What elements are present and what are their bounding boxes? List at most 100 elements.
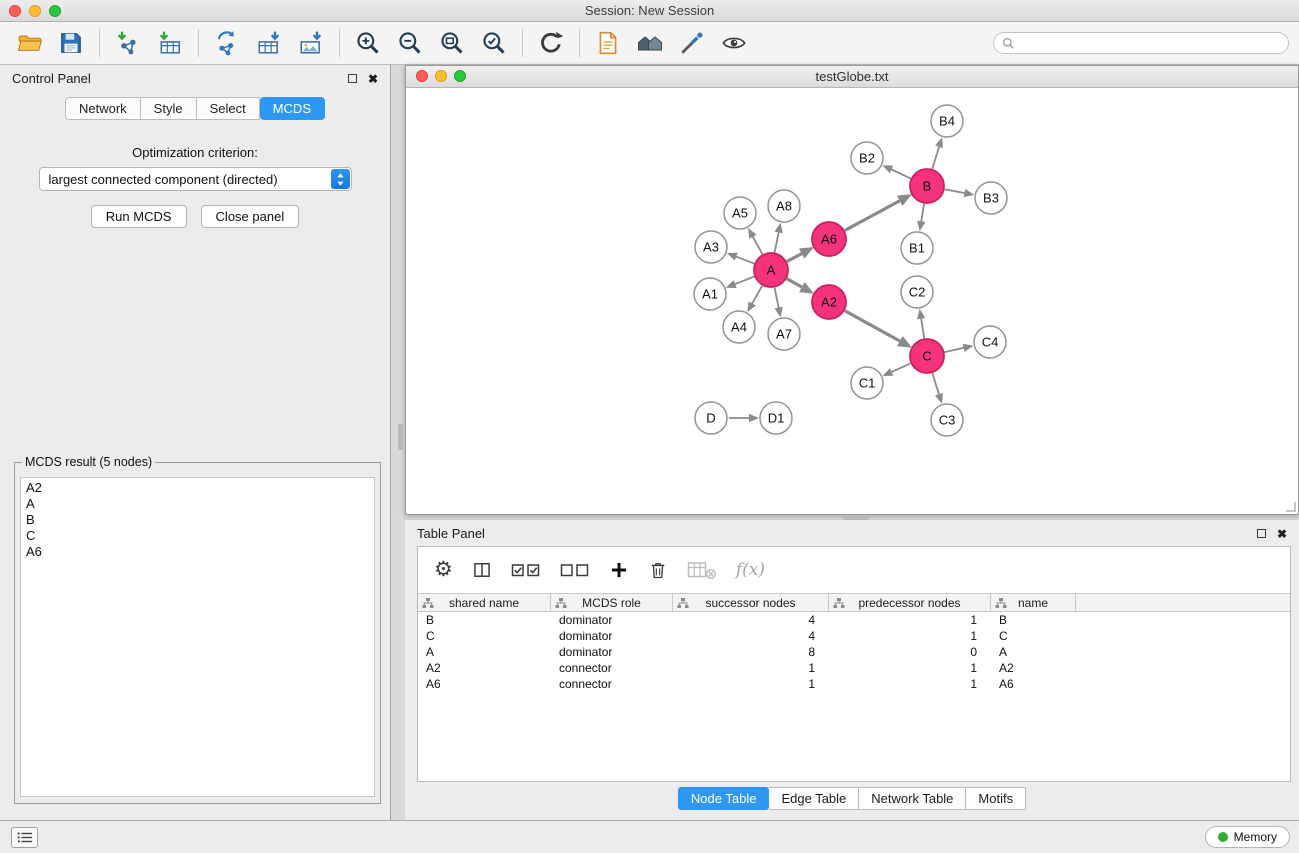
graph-edge-A-A5[interactable] xyxy=(752,235,762,254)
table-row[interactable]: Adominator80A xyxy=(418,644,1290,660)
run-mcds-button[interactable]: Run MCDS xyxy=(91,205,187,228)
table-row[interactable]: A2connector11A2 xyxy=(418,660,1290,676)
search-box[interactable] xyxy=(993,32,1289,54)
splitter-handle-vertical[interactable] xyxy=(398,424,403,450)
graph-node-D[interactable]: D xyxy=(695,402,727,434)
select-all-button[interactable] xyxy=(511,560,541,580)
minimize-network-window-button[interactable] xyxy=(435,70,447,82)
float-table-panel-icon[interactable] xyxy=(1257,529,1266,538)
graph-node-A5[interactable]: A5 xyxy=(724,197,756,229)
float-panel-icon[interactable] xyxy=(348,74,357,83)
graph-edge-A-A7[interactable] xyxy=(775,288,779,310)
graph-node-C[interactable]: C xyxy=(910,339,944,373)
mcds-result-item[interactable]: A xyxy=(26,496,369,512)
graph-node-A6[interactable]: A6 xyxy=(812,222,846,256)
close-network-window-button[interactable] xyxy=(416,70,428,82)
graph-node-B4[interactable]: B4 xyxy=(931,105,963,137)
window-resize-grip[interactable] xyxy=(1286,502,1296,512)
tab-edge-table[interactable]: Edge Table xyxy=(769,787,859,810)
graph-node-C3[interactable]: C3 xyxy=(931,404,963,436)
column-header-name[interactable]: name xyxy=(991,594,1076,611)
graph-edge-B-B3[interactable] xyxy=(945,189,967,193)
document-button[interactable] xyxy=(587,25,629,61)
tab-motifs[interactable]: Motifs xyxy=(966,787,1026,810)
mcds-result-item[interactable]: A6 xyxy=(26,544,369,560)
graph-node-B3[interactable]: B3 xyxy=(975,182,1007,214)
graph-edge-A6-B[interactable] xyxy=(845,200,902,231)
graph-edge-B-B4[interactable] xyxy=(932,145,939,169)
tab-network-table[interactable]: Network Table xyxy=(859,787,966,810)
style-wand-button[interactable] xyxy=(671,25,713,61)
graph-edge-A-A6[interactable] xyxy=(787,253,804,262)
function-builder-button[interactable]: f(x) xyxy=(736,560,765,580)
home-button[interactable] xyxy=(629,25,671,61)
graph-edge-C-C1[interactable] xyxy=(890,363,911,372)
graph-node-C2[interactable]: C2 xyxy=(901,276,933,308)
graph-node-A7[interactable]: A7 xyxy=(768,318,800,350)
zoom-out-button[interactable] xyxy=(389,25,431,61)
zoom-in-button[interactable] xyxy=(347,25,389,61)
graph-node-A3[interactable]: A3 xyxy=(695,231,727,263)
new-network-button[interactable] xyxy=(206,25,248,61)
delete-row-button[interactable] xyxy=(648,560,668,580)
close-panel-button[interactable]: Close panel xyxy=(201,205,300,228)
graph-node-B1[interactable]: B1 xyxy=(901,232,933,264)
search-input[interactable] xyxy=(1020,36,1280,51)
mcds-result-item[interactable]: B xyxy=(26,512,369,528)
graph-node-A2[interactable]: A2 xyxy=(812,285,846,319)
refresh-layout-button[interactable] xyxy=(530,25,572,61)
graph-edge-C-C2[interactable] xyxy=(921,317,924,339)
tab-network[interactable]: Network xyxy=(65,97,141,120)
save-session-button[interactable] xyxy=(50,25,92,61)
mcds-result-item[interactable]: A2 xyxy=(26,480,369,496)
graph-node-A4[interactable]: A4 xyxy=(723,311,755,343)
graph-node-B2[interactable]: B2 xyxy=(851,142,883,174)
column-header-MCDS-role[interactable]: MCDS role xyxy=(551,594,673,611)
table-row[interactable]: Bdominator41B xyxy=(418,612,1290,628)
graph-edge-A-A2[interactable] xyxy=(787,279,804,288)
tab-node-table[interactable]: Node Table xyxy=(678,787,770,810)
column-header-shared-name[interactable]: shared name xyxy=(418,594,551,611)
unselect-all-button[interactable] xyxy=(560,560,590,580)
import-table-button[interactable] xyxy=(149,25,191,61)
close-window-button[interactable] xyxy=(9,5,21,17)
zoom-network-window-button[interactable] xyxy=(454,70,466,82)
graph-node-C1[interactable]: C1 xyxy=(851,367,883,399)
graph-edge-C-C4[interactable] xyxy=(945,347,966,352)
import-network-button[interactable] xyxy=(107,25,149,61)
close-table-panel-icon[interactable]: ✖ xyxy=(1277,528,1287,540)
graph-node-A1[interactable]: A1 xyxy=(694,278,726,310)
close-panel-icon[interactable]: ✖ xyxy=(368,73,378,85)
graph-edge-A-A1[interactable] xyxy=(733,277,754,285)
mcds-result-item[interactable]: C xyxy=(26,528,369,544)
show-graphics-button[interactable] xyxy=(713,25,755,61)
graph-node-A[interactable]: A xyxy=(754,253,788,287)
tab-style[interactable]: Style xyxy=(141,97,197,120)
graph-edge-A-A4[interactable] xyxy=(751,286,762,306)
show-columns-button[interactable] xyxy=(472,560,492,580)
memory-button[interactable]: Memory xyxy=(1205,826,1290,848)
optimization-dropdown[interactable]: largest connected component (directed) xyxy=(39,167,352,191)
column-header-predecessor-nodes[interactable]: predecessor nodes xyxy=(829,594,991,611)
mcds-result-list[interactable]: A2ABCA6 xyxy=(20,477,375,797)
export-table-button[interactable] xyxy=(248,25,290,61)
zoom-fit-button[interactable] xyxy=(431,25,473,61)
table-row[interactable]: Cdominator41C xyxy=(418,628,1290,644)
graph-edge-A-A8[interactable] xyxy=(775,230,779,252)
tab-mcds[interactable]: MCDS xyxy=(260,97,325,120)
zoom-selected-button[interactable] xyxy=(473,25,515,61)
graph-edge-B-B2[interactable] xyxy=(890,169,911,179)
graph-edge-C-C3[interactable] xyxy=(932,373,939,396)
minimize-window-button[interactable] xyxy=(29,5,41,17)
table-row[interactable]: A6connector11A6 xyxy=(418,676,1290,692)
tab-select[interactable]: Select xyxy=(197,97,260,120)
graph-node-A8[interactable]: A8 xyxy=(768,190,800,222)
graph-node-C4[interactable]: C4 xyxy=(974,326,1006,358)
panel-selector-button[interactable] xyxy=(11,827,38,848)
graph-edge-B-B1[interactable] xyxy=(921,204,924,224)
graph-node-B[interactable]: B xyxy=(910,169,944,203)
zoom-window-button[interactable] xyxy=(49,5,61,17)
network-canvas[interactable]: B4B2BB3A8A5A6A3B1AC2A1A2A4A7C4CC1C3DD1 xyxy=(406,88,1298,514)
table-settings-button[interactable]: ⚙ xyxy=(434,560,453,581)
export-image-button[interactable] xyxy=(290,25,332,61)
